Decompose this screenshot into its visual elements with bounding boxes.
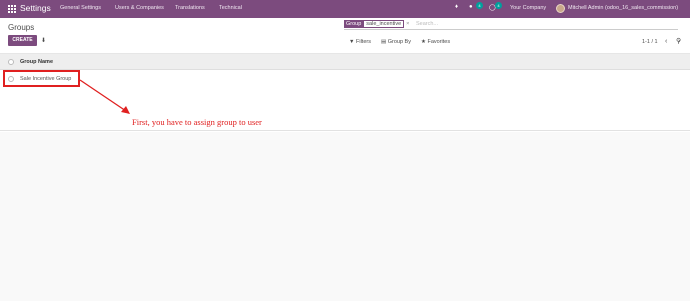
- star-icon: ★: [421, 39, 426, 45]
- user-menu[interactable]: Mitchell Admin (odoo_16_sales_commission…: [568, 5, 678, 11]
- chat-badge: 4: [476, 2, 483, 9]
- group-by-label: Group By: [387, 39, 411, 45]
- activity-badge: 4: [495, 2, 502, 9]
- pager-value[interactable]: 1-1 / 1: [642, 39, 658, 45]
- list-header: Group Name: [0, 54, 690, 70]
- favorites-button[interactable]: ★ Favorites: [421, 39, 450, 45]
- app-title[interactable]: Settings: [20, 3, 51, 13]
- search-bar[interactable]: Group sale_incentive × Search...: [344, 20, 678, 30]
- chat-icon[interactable]: ●: [469, 4, 473, 10]
- facet-category: Group: [344, 20, 364, 28]
- bell-icon[interactable]: ♦: [455, 4, 458, 10]
- select-all-checkbox[interactable]: [8, 59, 14, 65]
- annotation-text: First, you have to assign group to user: [132, 117, 262, 127]
- control-panel: Groups CREATE ⬇ Group sale_incentive × S…: [0, 18, 690, 54]
- top-navbar: Settings General Settings Users & Compan…: [0, 0, 690, 18]
- group-by-button[interactable]: ▤ Group By: [381, 39, 411, 45]
- filter-icon: ▼: [349, 39, 355, 45]
- download-icon[interactable]: ⬇: [41, 37, 46, 44]
- groups-list: Group Name Sale Incentive Group: [0, 54, 690, 131]
- search-input[interactable]: Search...: [416, 21, 438, 27]
- search-facet: Group sale_incentive ×: [344, 20, 409, 28]
- chevron-left-icon[interactable]: ‹: [665, 38, 667, 45]
- highlight-box: [3, 70, 80, 87]
- menu-technical[interactable]: Technical: [219, 5, 242, 11]
- company-switcher[interactable]: Your Company: [510, 5, 546, 11]
- apps-icon[interactable]: [8, 5, 16, 13]
- chevron-right-icon[interactable]: ›: [678, 38, 680, 45]
- filters-label: Filters: [355, 39, 371, 45]
- menu-general-settings[interactable]: General Settings: [60, 5, 101, 11]
- menu-translations[interactable]: Translations: [175, 5, 205, 11]
- filters-button[interactable]: ▼ Filters: [349, 39, 371, 45]
- favorites-label: Favorites: [427, 39, 451, 45]
- facet-remove-icon[interactable]: ×: [404, 20, 409, 28]
- facet-value: sale_incentive: [363, 20, 405, 28]
- breadcrumb: Groups: [8, 23, 35, 32]
- column-header-group-name[interactable]: Group Name: [20, 59, 53, 65]
- group-by-icon: ▤: [381, 39, 387, 45]
- create-button[interactable]: CREATE: [8, 35, 37, 46]
- empty-area: [0, 132, 690, 301]
- avatar[interactable]: [556, 4, 565, 13]
- menu-users-companies[interactable]: Users & Companies: [115, 5, 164, 11]
